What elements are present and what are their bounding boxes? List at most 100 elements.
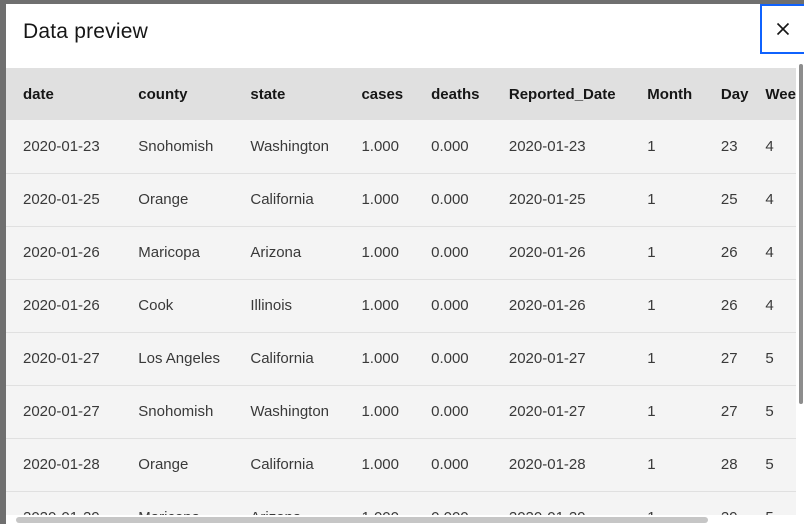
data-preview-modal: Data preview date county state cases dea… xyxy=(6,4,804,524)
table-cell: 2020-01-27 xyxy=(508,350,586,367)
table-row: 2020-01-26 Maricopa Arizona 1.000 0.000 … xyxy=(6,226,796,279)
table-row: 2020-01-26 Cook Illinois 1.000 0.000 202… xyxy=(6,279,796,332)
table-cell: 0.000 xyxy=(431,137,469,155)
close-button[interactable] xyxy=(760,4,804,54)
table-cell: California xyxy=(250,350,314,367)
table-cell: 1 xyxy=(647,191,656,208)
table-cell: 1.000 xyxy=(361,456,399,473)
table-cell: 1 xyxy=(647,350,656,367)
table-cell: 26 xyxy=(720,244,738,261)
table-cell: Orange xyxy=(138,456,189,473)
table-row: 2020-01-28 Orange California 1.000 0.000… xyxy=(6,438,796,491)
column-header-month: Month xyxy=(647,85,693,103)
table-cell: 27 xyxy=(720,350,738,367)
table-header-row: date county state cases deaths Reported_… xyxy=(6,68,796,120)
table-cell: 0.000 xyxy=(431,191,469,208)
table-row: 2020-01-27 Snohomish Washington 1.000 0.… xyxy=(6,385,796,438)
table-cell: 2020-01-23 xyxy=(23,137,100,155)
table-row: 2020-01-25 Orange California 1.000 0.000… xyxy=(6,173,796,226)
table-cell: 1 xyxy=(647,244,656,261)
table-cell: 5 xyxy=(765,403,774,420)
table-cell: 0.000 xyxy=(431,297,469,314)
table-cell: Illinois xyxy=(250,297,293,314)
table-cell: 2020-01-27 xyxy=(23,403,100,420)
table-cell: 2020-01-26 xyxy=(508,244,586,261)
table-cell: 0.000 xyxy=(431,244,469,261)
table-cell: 1 xyxy=(647,137,656,155)
table-cell: 2020-01-28 xyxy=(23,456,100,473)
table-cell: 28 xyxy=(720,456,738,473)
table-cell: Orange xyxy=(138,191,189,208)
table-cell: 25 xyxy=(720,191,738,208)
table-cell: 1 xyxy=(647,403,656,420)
table-cell: Snohomish xyxy=(138,403,214,420)
table-cell: Cook xyxy=(138,297,174,314)
table-cell: Maricopa xyxy=(138,491,250,516)
data-table-container[interactable]: date county state cases deaths Reported_… xyxy=(6,68,796,516)
close-icon xyxy=(776,22,790,36)
table-cell: 1.000 xyxy=(361,403,399,420)
table-cell: 5 xyxy=(765,456,774,473)
table-row: 2020-01-29 Maricopa Arizona 1.000 0.000 … xyxy=(6,491,796,516)
table-cell: 1.000 xyxy=(361,297,399,314)
table-cell: 2020-01-27 xyxy=(508,403,586,420)
table-cell: 4 xyxy=(765,137,774,155)
table-cell: 1 xyxy=(647,491,721,516)
table-cell: 2020-01-28 xyxy=(508,456,586,473)
table-cell: 2020-01-29 xyxy=(6,491,138,516)
table-cell: 1.000 xyxy=(361,137,399,155)
column-header-date: date xyxy=(23,85,54,103)
table-cell: 23 xyxy=(720,137,738,155)
table-cell: 0.000 xyxy=(431,456,469,473)
table-cell: 5 xyxy=(765,350,774,367)
table-cell: 2020-01-26 xyxy=(23,244,100,261)
table-cell: 26 xyxy=(720,297,738,314)
table-cell: 1.000 xyxy=(361,244,399,261)
table-cell: 29 xyxy=(721,491,765,516)
table-cell: 1 xyxy=(647,456,656,473)
table-cell: Arizona xyxy=(250,244,302,261)
table-cell: 0.000 xyxy=(431,491,509,516)
modal-title: Data preview xyxy=(23,20,148,43)
table-cell: 1 xyxy=(647,297,656,314)
table-cell: 4 xyxy=(765,191,774,208)
column-header-cases: cases xyxy=(361,85,404,103)
table-cell: Washington xyxy=(250,137,330,155)
table-cell: 4 xyxy=(765,244,774,261)
table-cell: 1.000 xyxy=(361,191,399,208)
vertical-scrollbar-thumb[interactable] xyxy=(799,64,803,404)
table-cell: 0.000 xyxy=(431,403,469,420)
table-cell: Maricopa xyxy=(138,244,200,261)
table-cell: 2020-01-27 xyxy=(23,350,100,367)
table-cell: California xyxy=(250,191,314,208)
table-cell: 1.000 xyxy=(361,491,431,516)
column-header-deaths: deaths xyxy=(431,85,480,103)
table-body: 2020-01-23 Snohomish Washington 1.000 0.… xyxy=(6,120,796,516)
column-header-reported-date: Reported_Date xyxy=(508,85,616,103)
table-cell: California xyxy=(250,456,314,473)
table-cell: Arizona xyxy=(250,491,361,516)
table-row: 2020-01-27 Los Angeles California 1.000 … xyxy=(6,332,796,385)
table-cell: 2020-01-26 xyxy=(23,297,100,314)
table-cell: 2020-01-29 xyxy=(509,491,647,516)
data-table: date county state cases deaths Reported_… xyxy=(6,68,796,516)
table-cell: 2020-01-25 xyxy=(508,191,586,208)
table-cell: 27 xyxy=(720,403,738,420)
column-header-state: state xyxy=(250,85,286,103)
table-cell: 5 xyxy=(765,491,796,516)
column-header-county: county xyxy=(138,85,188,103)
table-cell: 0.000 xyxy=(431,350,469,367)
modal-header: Data preview xyxy=(6,4,804,68)
table-cell: 4 xyxy=(765,297,774,314)
horizontal-scrollbar-thumb[interactable] xyxy=(16,517,708,523)
column-header-week: Week xyxy=(765,85,796,103)
table-row: 2020-01-23 Snohomish Washington 1.000 0.… xyxy=(6,120,796,173)
table-cell: 2020-01-26 xyxy=(508,297,586,314)
table-cell: 1.000 xyxy=(361,350,399,367)
horizontal-scrollbar[interactable] xyxy=(6,515,804,524)
column-header-day: Day xyxy=(720,85,749,103)
table-cell: Snohomish xyxy=(138,137,214,155)
table-cell: 2020-01-25 xyxy=(23,191,100,208)
table-cell: Los Angeles xyxy=(138,350,221,367)
table-cell: Washington xyxy=(250,403,330,420)
